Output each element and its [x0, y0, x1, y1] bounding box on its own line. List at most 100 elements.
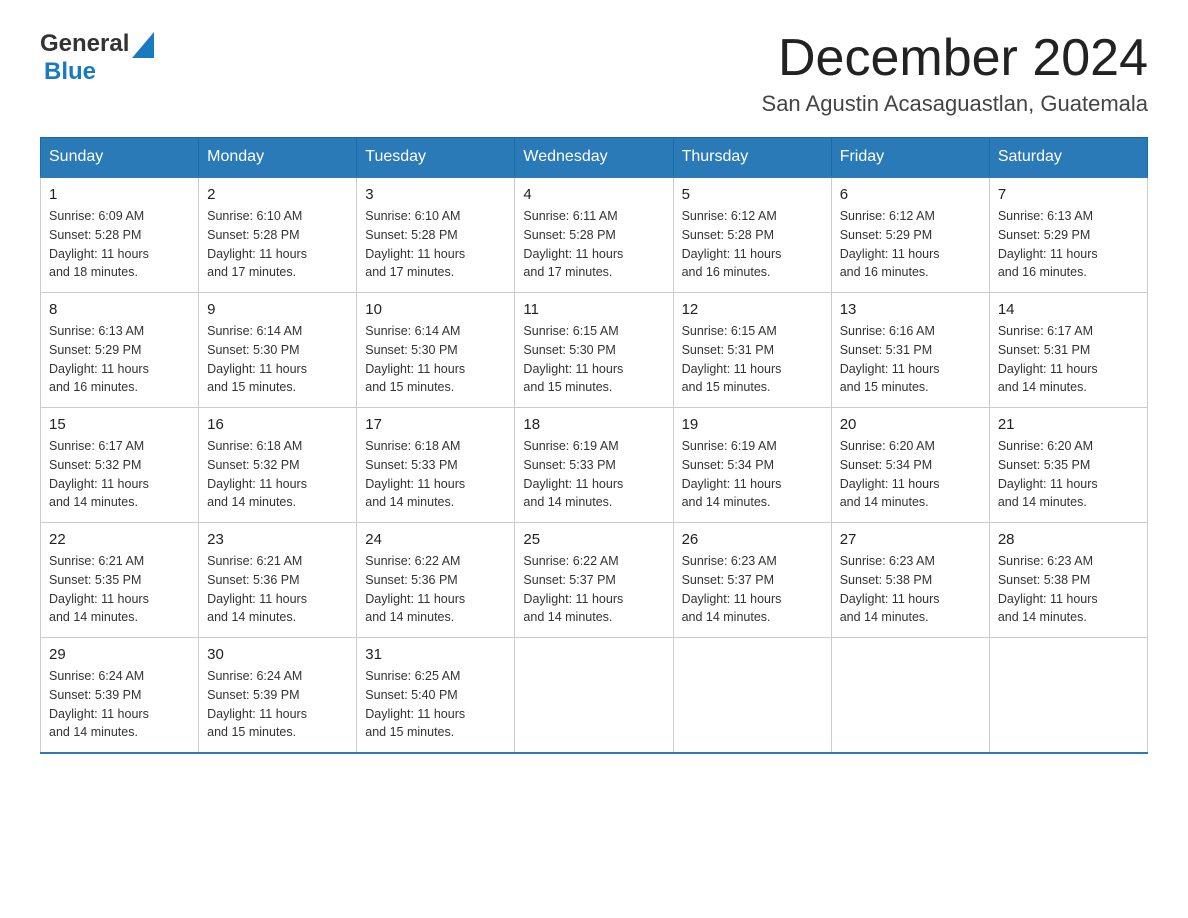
day-info: Sunrise: 6:23 AM Sunset: 5:38 PM Dayligh…: [998, 552, 1139, 627]
day-number: 2: [207, 186, 348, 203]
day-info: Sunrise: 6:23 AM Sunset: 5:38 PM Dayligh…: [840, 552, 981, 627]
calendar-body: 1 Sunrise: 6:09 AM Sunset: 5:28 PM Dayli…: [41, 177, 1148, 753]
title-section: December 2024 San Agustin Acasaguastlan,…: [762, 30, 1148, 117]
calendar-day-cell: 29 Sunrise: 6:24 AM Sunset: 5:39 PM Dayl…: [41, 638, 199, 754]
day-info: Sunrise: 6:15 AM Sunset: 5:30 PM Dayligh…: [523, 322, 664, 397]
calendar-day-cell: 2 Sunrise: 6:10 AM Sunset: 5:28 PM Dayli…: [199, 177, 357, 293]
day-number: 7: [998, 186, 1139, 203]
calendar-day-cell: 12 Sunrise: 6:15 AM Sunset: 5:31 PM Dayl…: [673, 293, 831, 408]
calendar-day-cell: 19 Sunrise: 6:19 AM Sunset: 5:34 PM Dayl…: [673, 408, 831, 523]
calendar-week-row: 15 Sunrise: 6:17 AM Sunset: 5:32 PM Dayl…: [41, 408, 1148, 523]
calendar-week-row: 1 Sunrise: 6:09 AM Sunset: 5:28 PM Dayli…: [41, 177, 1148, 293]
calendar-day-cell: 27 Sunrise: 6:23 AM Sunset: 5:38 PM Dayl…: [831, 523, 989, 638]
day-number: 15: [49, 416, 190, 433]
day-info: Sunrise: 6:19 AM Sunset: 5:34 PM Dayligh…: [682, 437, 823, 512]
calendar-day-cell: 11 Sunrise: 6:15 AM Sunset: 5:30 PM Dayl…: [515, 293, 673, 408]
day-number: 17: [365, 416, 506, 433]
month-title: December 2024: [762, 30, 1148, 87]
calendar-day-cell: 18 Sunrise: 6:19 AM Sunset: 5:33 PM Dayl…: [515, 408, 673, 523]
day-number: 5: [682, 186, 823, 203]
day-number: 20: [840, 416, 981, 433]
day-info: Sunrise: 6:20 AM Sunset: 5:34 PM Dayligh…: [840, 437, 981, 512]
page-header: General Blue December 2024 San Agustin A…: [40, 30, 1148, 117]
day-info: Sunrise: 6:10 AM Sunset: 5:28 PM Dayligh…: [365, 207, 506, 282]
calendar-day-cell: 21 Sunrise: 6:20 AM Sunset: 5:35 PM Dayl…: [989, 408, 1147, 523]
calendar-day-cell: 24 Sunrise: 6:22 AM Sunset: 5:36 PM Dayl…: [357, 523, 515, 638]
day-info: Sunrise: 6:22 AM Sunset: 5:37 PM Dayligh…: [523, 552, 664, 627]
day-info: Sunrise: 6:20 AM Sunset: 5:35 PM Dayligh…: [998, 437, 1139, 512]
day-number: 21: [998, 416, 1139, 433]
calendar-day-cell: 22 Sunrise: 6:21 AM Sunset: 5:35 PM Dayl…: [41, 523, 199, 638]
calendar-day-cell: 16 Sunrise: 6:18 AM Sunset: 5:32 PM Dayl…: [199, 408, 357, 523]
calendar-day-cell: 26 Sunrise: 6:23 AM Sunset: 5:37 PM Dayl…: [673, 523, 831, 638]
day-info: Sunrise: 6:17 AM Sunset: 5:31 PM Dayligh…: [998, 322, 1139, 397]
day-number: 31: [365, 646, 506, 663]
calendar-day-cell: 17 Sunrise: 6:18 AM Sunset: 5:33 PM Dayl…: [357, 408, 515, 523]
day-number: 29: [49, 646, 190, 663]
calendar-day-cell: 28 Sunrise: 6:23 AM Sunset: 5:38 PM Dayl…: [989, 523, 1147, 638]
logo-triangle-icon: [132, 32, 154, 58]
day-number: 4: [523, 186, 664, 203]
calendar-day-cell: 25 Sunrise: 6:22 AM Sunset: 5:37 PM Dayl…: [515, 523, 673, 638]
day-info: Sunrise: 6:25 AM Sunset: 5:40 PM Dayligh…: [365, 667, 506, 742]
logo-general-text: General: [40, 30, 129, 58]
day-info: Sunrise: 6:18 AM Sunset: 5:33 PM Dayligh…: [365, 437, 506, 512]
calendar-day-cell: 7 Sunrise: 6:13 AM Sunset: 5:29 PM Dayli…: [989, 177, 1147, 293]
calendar-day-cell: 15 Sunrise: 6:17 AM Sunset: 5:32 PM Dayl…: [41, 408, 199, 523]
day-number: 24: [365, 531, 506, 548]
day-number: 13: [840, 301, 981, 318]
day-number: 1: [49, 186, 190, 203]
day-number: 8: [49, 301, 190, 318]
calendar-day-cell: 5 Sunrise: 6:12 AM Sunset: 5:28 PM Dayli…: [673, 177, 831, 293]
calendar-day-cell: 20 Sunrise: 6:20 AM Sunset: 5:34 PM Dayl…: [831, 408, 989, 523]
day-info: Sunrise: 6:12 AM Sunset: 5:29 PM Dayligh…: [840, 207, 981, 282]
day-number: 30: [207, 646, 348, 663]
calendar-day-cell: 10 Sunrise: 6:14 AM Sunset: 5:30 PM Dayl…: [357, 293, 515, 408]
calendar-day-cell: [673, 638, 831, 754]
day-info: Sunrise: 6:17 AM Sunset: 5:32 PM Dayligh…: [49, 437, 190, 512]
day-number: 6: [840, 186, 981, 203]
day-info: Sunrise: 6:21 AM Sunset: 5:36 PM Dayligh…: [207, 552, 348, 627]
day-number: 18: [523, 416, 664, 433]
day-number: 12: [682, 301, 823, 318]
day-number: 25: [523, 531, 664, 548]
calendar-table: SundayMondayTuesdayWednesdayThursdayFrid…: [40, 137, 1148, 754]
day-info: Sunrise: 6:14 AM Sunset: 5:30 PM Dayligh…: [365, 322, 506, 397]
calendar-day-cell: 13 Sunrise: 6:16 AM Sunset: 5:31 PM Dayl…: [831, 293, 989, 408]
calendar-day-cell: [989, 638, 1147, 754]
day-number: 22: [49, 531, 190, 548]
day-of-week-header: Monday: [199, 138, 357, 178]
calendar-day-cell: 14 Sunrise: 6:17 AM Sunset: 5:31 PM Dayl…: [989, 293, 1147, 408]
calendar-week-row: 8 Sunrise: 6:13 AM Sunset: 5:29 PM Dayli…: [41, 293, 1148, 408]
day-number: 10: [365, 301, 506, 318]
calendar-day-cell: 23 Sunrise: 6:21 AM Sunset: 5:36 PM Dayl…: [199, 523, 357, 638]
calendar-day-cell: 30 Sunrise: 6:24 AM Sunset: 5:39 PM Dayl…: [199, 638, 357, 754]
day-number: 3: [365, 186, 506, 203]
calendar-week-row: 29 Sunrise: 6:24 AM Sunset: 5:39 PM Dayl…: [41, 638, 1148, 754]
location-title: San Agustin Acasaguastlan, Guatemala: [762, 91, 1148, 117]
calendar-header: SundayMondayTuesdayWednesdayThursdayFrid…: [41, 138, 1148, 178]
logo: General Blue: [40, 30, 154, 86]
day-info: Sunrise: 6:18 AM Sunset: 5:32 PM Dayligh…: [207, 437, 348, 512]
day-info: Sunrise: 6:24 AM Sunset: 5:39 PM Dayligh…: [207, 667, 348, 742]
day-of-week-header: Wednesday: [515, 138, 673, 178]
day-of-week-header: Thursday: [673, 138, 831, 178]
logo-blue-text: Blue: [44, 58, 96, 86]
calendar-day-cell: 6 Sunrise: 6:12 AM Sunset: 5:29 PM Dayli…: [831, 177, 989, 293]
day-info: Sunrise: 6:15 AM Sunset: 5:31 PM Dayligh…: [682, 322, 823, 397]
day-info: Sunrise: 6:22 AM Sunset: 5:36 PM Dayligh…: [365, 552, 506, 627]
day-info: Sunrise: 6:09 AM Sunset: 5:28 PM Dayligh…: [49, 207, 190, 282]
day-number: 16: [207, 416, 348, 433]
calendar-day-cell: 4 Sunrise: 6:11 AM Sunset: 5:28 PM Dayli…: [515, 177, 673, 293]
day-info: Sunrise: 6:13 AM Sunset: 5:29 PM Dayligh…: [998, 207, 1139, 282]
day-number: 27: [840, 531, 981, 548]
day-number: 11: [523, 301, 664, 318]
calendar-day-cell: 3 Sunrise: 6:10 AM Sunset: 5:28 PM Dayli…: [357, 177, 515, 293]
day-of-week-header: Saturday: [989, 138, 1147, 178]
day-info: Sunrise: 6:24 AM Sunset: 5:39 PM Dayligh…: [49, 667, 190, 742]
days-of-week-row: SundayMondayTuesdayWednesdayThursdayFrid…: [41, 138, 1148, 178]
day-info: Sunrise: 6:12 AM Sunset: 5:28 PM Dayligh…: [682, 207, 823, 282]
day-number: 9: [207, 301, 348, 318]
day-info: Sunrise: 6:21 AM Sunset: 5:35 PM Dayligh…: [49, 552, 190, 627]
day-info: Sunrise: 6:19 AM Sunset: 5:33 PM Dayligh…: [523, 437, 664, 512]
